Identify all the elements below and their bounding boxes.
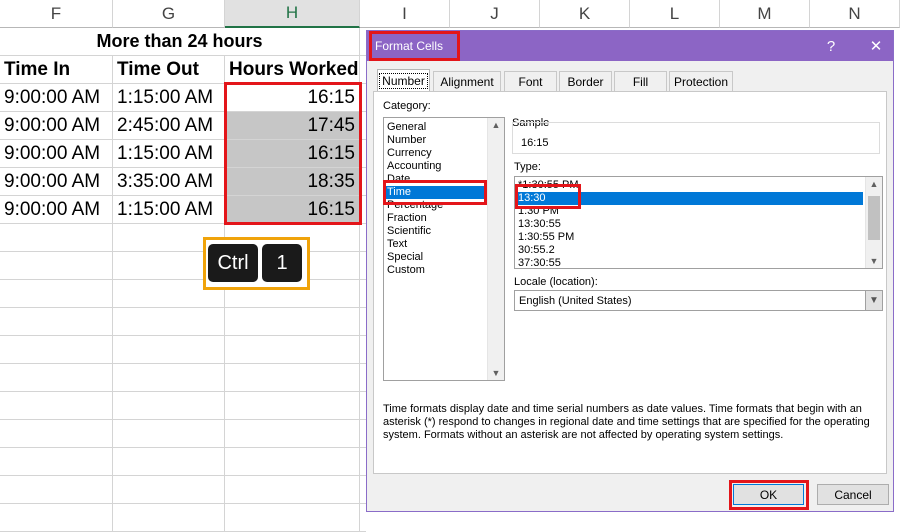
- one-key: 1: [262, 244, 302, 282]
- type-item[interactable]: 37:30:55: [518, 257, 561, 268]
- cell-time-out[interactable]: 1:15:00 AM: [113, 84, 225, 112]
- table-title[interactable]: More than 24 hours: [0, 28, 360, 56]
- type-scrollbar[interactable]: ▲ ▼: [865, 177, 882, 268]
- category-list[interactable]: General Number Currency Accounting Date …: [383, 117, 505, 381]
- column-header-g[interactable]: G: [113, 0, 225, 28]
- close-button[interactable]: ✕: [863, 35, 889, 57]
- sample-box: 16:15: [512, 122, 880, 154]
- header-time-out[interactable]: Time Out: [113, 56, 225, 84]
- sample-value: 16:15: [521, 137, 549, 149]
- category-item[interactable]: Accounting: [387, 160, 441, 173]
- help-button[interactable]: ?: [818, 35, 844, 57]
- tab-border[interactable]: Border: [559, 71, 612, 91]
- type-item[interactable]: 30:55.2: [518, 244, 555, 257]
- cell-time-out[interactable]: 1:15:00 AM: [113, 140, 225, 168]
- tab-protection[interactable]: Protection: [669, 71, 733, 91]
- tab-alignment[interactable]: Alignment: [433, 71, 501, 91]
- locale-select[interactable]: English (United States) ▼: [514, 290, 883, 311]
- category-scrollbar[interactable]: ▲ ▼: [487, 118, 504, 380]
- category-highlight: [383, 180, 487, 205]
- category-item[interactable]: General: [387, 121, 426, 134]
- tab-number-label: Number: [379, 73, 428, 89]
- category-item[interactable]: Custom: [387, 264, 425, 277]
- column-header-h[interactable]: H: [225, 0, 360, 28]
- format-cells-dialog: Format Cells ? ✕ Number Alignment Font B…: [366, 30, 894, 512]
- cell-time-out[interactable]: 3:35:00 AM: [113, 168, 225, 196]
- type-label: Type:: [514, 161, 541, 173]
- format-description: Time formats display date and time seria…: [383, 403, 870, 441]
- category-label: Category:: [383, 100, 431, 112]
- category-item[interactable]: Special: [387, 251, 423, 264]
- scroll-up-icon[interactable]: ▲: [488, 118, 504, 132]
- category-item[interactable]: Currency: [387, 147, 432, 160]
- category-item[interactable]: Scientific: [387, 225, 431, 238]
- column-header-l[interactable]: L: [630, 0, 720, 28]
- tab-number[interactable]: Number: [377, 69, 430, 92]
- header-time-in[interactable]: Time In: [0, 56, 113, 84]
- category-item[interactable]: Number: [387, 134, 426, 147]
- number-tab-panel: Category: General Number Currency Accoun…: [373, 91, 887, 474]
- type-highlight: [515, 184, 581, 209]
- scroll-up-icon[interactable]: ▲: [866, 177, 882, 191]
- column-header-k[interactable]: K: [540, 0, 630, 28]
- ok-highlight: [729, 480, 809, 510]
- cell-time-in[interactable]: 9:00:00 AM: [0, 140, 113, 168]
- cancel-button[interactable]: Cancel: [817, 484, 889, 505]
- column-header-j[interactable]: J: [450, 0, 540, 28]
- cell-time-in[interactable]: 9:00:00 AM: [0, 196, 113, 224]
- category-item[interactable]: Text: [387, 238, 407, 251]
- scroll-thumb[interactable]: [868, 196, 880, 240]
- locale-value: English (United States): [519, 295, 632, 307]
- column-header-n[interactable]: N: [810, 0, 900, 28]
- cell-time-in[interactable]: 9:00:00 AM: [0, 112, 113, 140]
- cell-time-in[interactable]: 9:00:00 AM: [0, 84, 113, 112]
- cell-time-out[interactable]: 1:15:00 AM: [113, 196, 225, 224]
- cell-time-in[interactable]: 9:00:00 AM: [0, 168, 113, 196]
- type-item[interactable]: 13:30:55: [518, 218, 561, 231]
- category-item[interactable]: Fraction: [387, 212, 427, 225]
- tab-font[interactable]: Font: [504, 71, 557, 91]
- column-header-m[interactable]: M: [720, 0, 810, 28]
- tab-fill[interactable]: Fill: [614, 71, 667, 91]
- scroll-down-icon[interactable]: ▼: [488, 366, 504, 380]
- header-hours-worked[interactable]: Hours Worked: [225, 56, 360, 84]
- type-item[interactable]: 1:30:55 PM: [518, 231, 574, 244]
- title-highlight: [369, 31, 460, 61]
- column-header-i[interactable]: I: [360, 0, 450, 28]
- cell-time-out[interactable]: 2:45:00 AM: [113, 112, 225, 140]
- chevron-down-icon[interactable]: ▼: [865, 291, 882, 310]
- column-header-f[interactable]: F: [0, 0, 113, 28]
- scroll-down-icon[interactable]: ▼: [866, 254, 882, 268]
- selection-highlight: [224, 82, 362, 225]
- ctrl-key: Ctrl: [208, 244, 258, 282]
- locale-label: Locale (location):: [514, 276, 598, 288]
